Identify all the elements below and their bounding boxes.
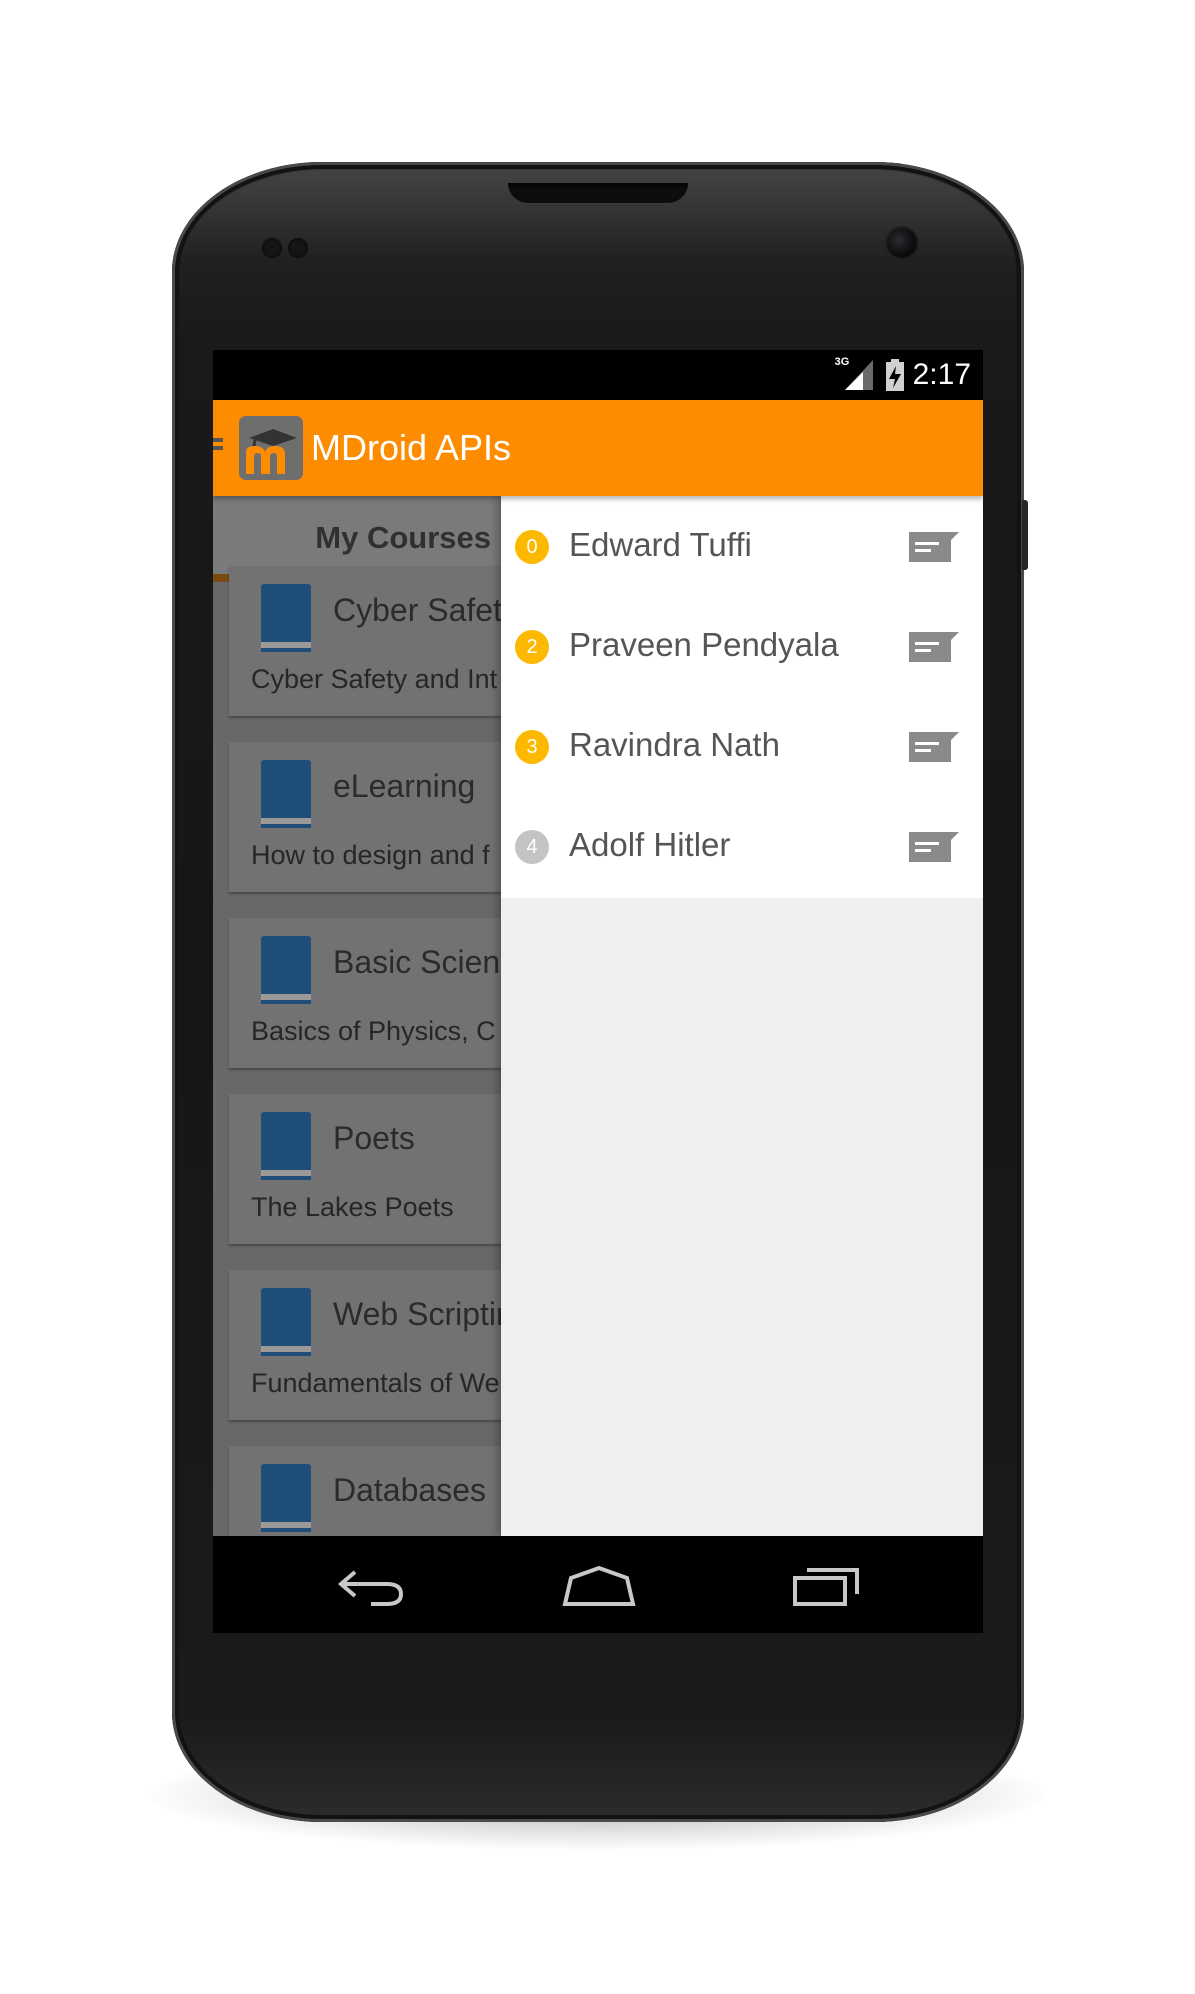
unread-badge: 4 [515, 830, 549, 864]
course-description: Fundamentals of We [251, 1368, 500, 1398]
participants-drawer: 0 Edward Tuffi 2 Praveen Pendyala 3 Ravi… [501, 496, 983, 1536]
recents-icon[interactable] [791, 1564, 863, 1608]
participant-name: Praveen Pendyala [569, 626, 839, 663]
content-area: My Courses Cyber Safety Cyber Safety and… [213, 496, 983, 1536]
moodle-logo-icon[interactable] [239, 416, 303, 480]
course-title: Cyber Safety [333, 592, 518, 628]
unread-badge: 2 [515, 630, 549, 664]
battery-icon [885, 359, 904, 391]
screen: 3G 2:17 MDroid APIs My Courses Cyber Saf… [213, 350, 983, 1633]
navigation-bar [213, 1536, 983, 1633]
message-icon[interactable] [909, 732, 959, 762]
drawer-toggle-icon[interactable] [213, 438, 223, 458]
course-description: Basics of Physics, C [251, 1016, 496, 1046]
course-card[interactable]: Databases [229, 1446, 519, 1536]
status-icons: 3G 2:17 [835, 356, 971, 392]
home-icon[interactable] [561, 1564, 637, 1608]
course-card[interactable]: Poets The Lakes Poets [229, 1094, 519, 1244]
earpiece-speaker [508, 183, 688, 203]
unread-badge: 3 [515, 730, 549, 764]
signal-icon: 3G [835, 356, 877, 392]
proximity-sensor [262, 238, 282, 258]
front-camera [887, 228, 917, 258]
course-description: The Lakes Poets [251, 1192, 454, 1222]
network-type: 3G [834, 356, 850, 368]
course-title: Basic Scien [333, 944, 501, 980]
unread-badge: 0 [515, 530, 549, 564]
book-icon [261, 1464, 311, 1532]
course-title: Databases [333, 1472, 486, 1508]
course-title: Web Scriptin [333, 1296, 514, 1332]
clock: 2:17 [912, 358, 971, 391]
list-item[interactable]: 4 Adolf Hitler [501, 796, 983, 896]
message-icon[interactable] [909, 632, 959, 662]
status-bar: 3G 2:17 [213, 350, 983, 400]
list-item[interactable]: 3 Ravindra Nath [501, 696, 983, 796]
participant-name: Adolf Hitler [569, 826, 731, 863]
course-card[interactable]: Cyber Safety Cyber Safety and Int [229, 566, 519, 716]
power-button[interactable] [1022, 500, 1028, 570]
course-description: Cyber Safety and Int [251, 664, 498, 694]
app-title: MDroid APIs [311, 427, 512, 468]
list-item[interactable]: 0 Edward Tuffi [501, 496, 983, 596]
participants-list: 0 Edward Tuffi 2 Praveen Pendyala 3 Ravi… [501, 496, 983, 898]
course-title: Poets [333, 1120, 415, 1156]
book-icon [261, 1112, 311, 1180]
participant-name: Ravindra Nath [569, 726, 780, 763]
tab-label: My Courses [315, 520, 491, 555]
message-icon[interactable] [909, 532, 959, 562]
course-card[interactable]: Basic Scien Basics of Physics, C [229, 918, 519, 1068]
course-card[interactable]: Web Scriptin Fundamentals of We [229, 1270, 519, 1420]
course-card[interactable]: eLearning How to design and f [229, 742, 519, 892]
book-icon [261, 1288, 311, 1356]
participant-name: Edward Tuffi [569, 526, 752, 563]
back-icon[interactable] [337, 1564, 407, 1608]
book-icon [261, 936, 311, 1004]
book-icon [261, 584, 311, 652]
course-description: How to design and f [251, 840, 490, 870]
action-bar: MDroid APIs [213, 400, 983, 496]
light-sensor [288, 238, 308, 258]
course-title: eLearning [333, 768, 476, 804]
list-item[interactable]: 2 Praveen Pendyala [501, 596, 983, 696]
message-icon[interactable] [909, 832, 959, 862]
book-icon [261, 760, 311, 828]
